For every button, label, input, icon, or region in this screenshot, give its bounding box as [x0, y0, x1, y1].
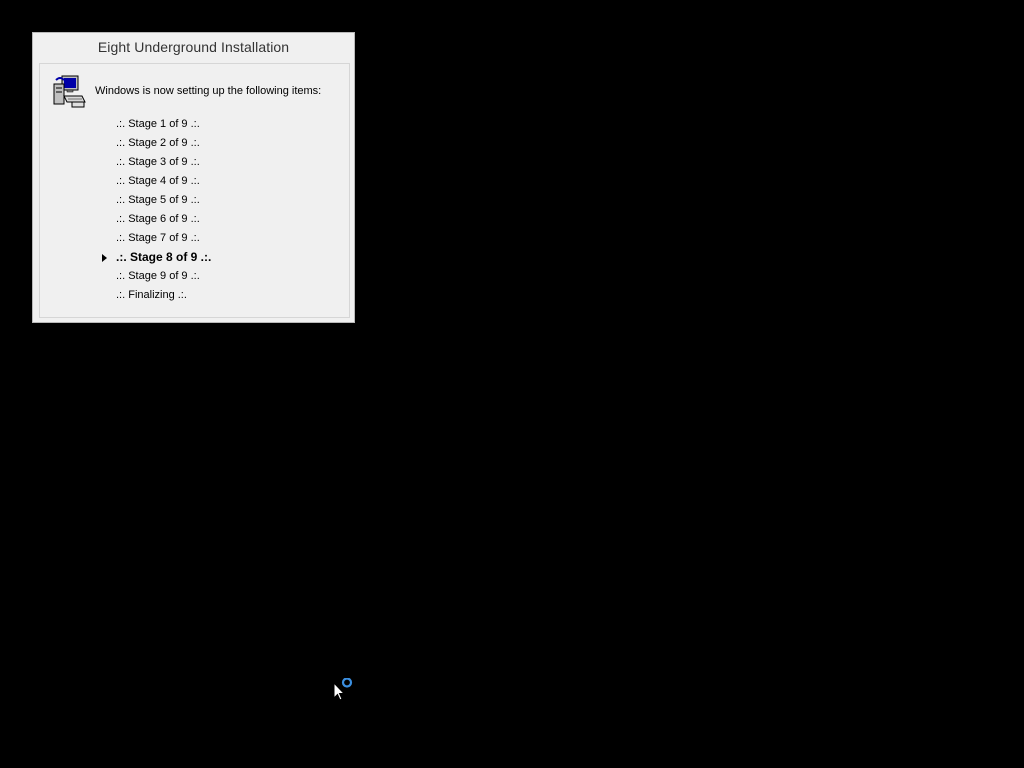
stage-item-2: .:. Stage 2 of 9 .:. [40, 134, 349, 153]
stage-label-current: .:. Stage 8 of 9 .:. [116, 250, 212, 264]
stage-label: .:. Stage 7 of 9 .:. [116, 232, 200, 244]
stage-item-7: .:. Stage 7 of 9 .:. [40, 229, 349, 248]
setup-panel: Windows is now setting up the following … [39, 63, 350, 318]
stage-list: .:. Stage 1 of 9 .:. .:. Stage 2 of 9 .:… [40, 115, 349, 305]
stage-item-5: .:. Stage 5 of 9 .:. [40, 191, 349, 210]
stage-label: .:. Stage 9 of 9 .:. [116, 270, 200, 282]
stage-item-1: .:. Stage 1 of 9 .:. [40, 115, 349, 134]
stage-item-finalizing: .:. Finalizing .:. [40, 286, 349, 305]
stage-label: .:. Stage 1 of 9 .:. [116, 118, 200, 130]
setup-intro-text: Windows is now setting up the following … [95, 85, 322, 97]
stage-item-4: .:. Stage 4 of 9 .:. [40, 172, 349, 191]
stage-item-8-current: .:. Stage 8 of 9 .:. [40, 248, 349, 267]
stage-item-6: .:. Stage 6 of 9 .:. [40, 210, 349, 229]
computer-setup-icon [53, 75, 86, 108]
setup-dialog: Eight Underground Installation Windows i… [32, 32, 355, 323]
stage-label: .:. Stage 5 of 9 .:. [116, 194, 200, 206]
stage-item-3: .:. Stage 3 of 9 .:. [40, 153, 349, 172]
stage-label: .:. Stage 4 of 9 .:. [116, 175, 200, 187]
window-title: Eight Underground Installation [97, 39, 290, 55]
busy-pointer-icon [333, 678, 353, 701]
stage-label: .:. Stage 3 of 9 .:. [116, 156, 200, 168]
stage-item-9: .:. Stage 9 of 9 .:. [40, 267, 349, 286]
triangle-right-icon [102, 254, 107, 262]
stage-label: .:. Finalizing .:. [116, 289, 187, 301]
stage-label: .:. Stage 2 of 9 .:. [116, 137, 200, 149]
stage-label: .:. Stage 6 of 9 .:. [116, 213, 200, 225]
